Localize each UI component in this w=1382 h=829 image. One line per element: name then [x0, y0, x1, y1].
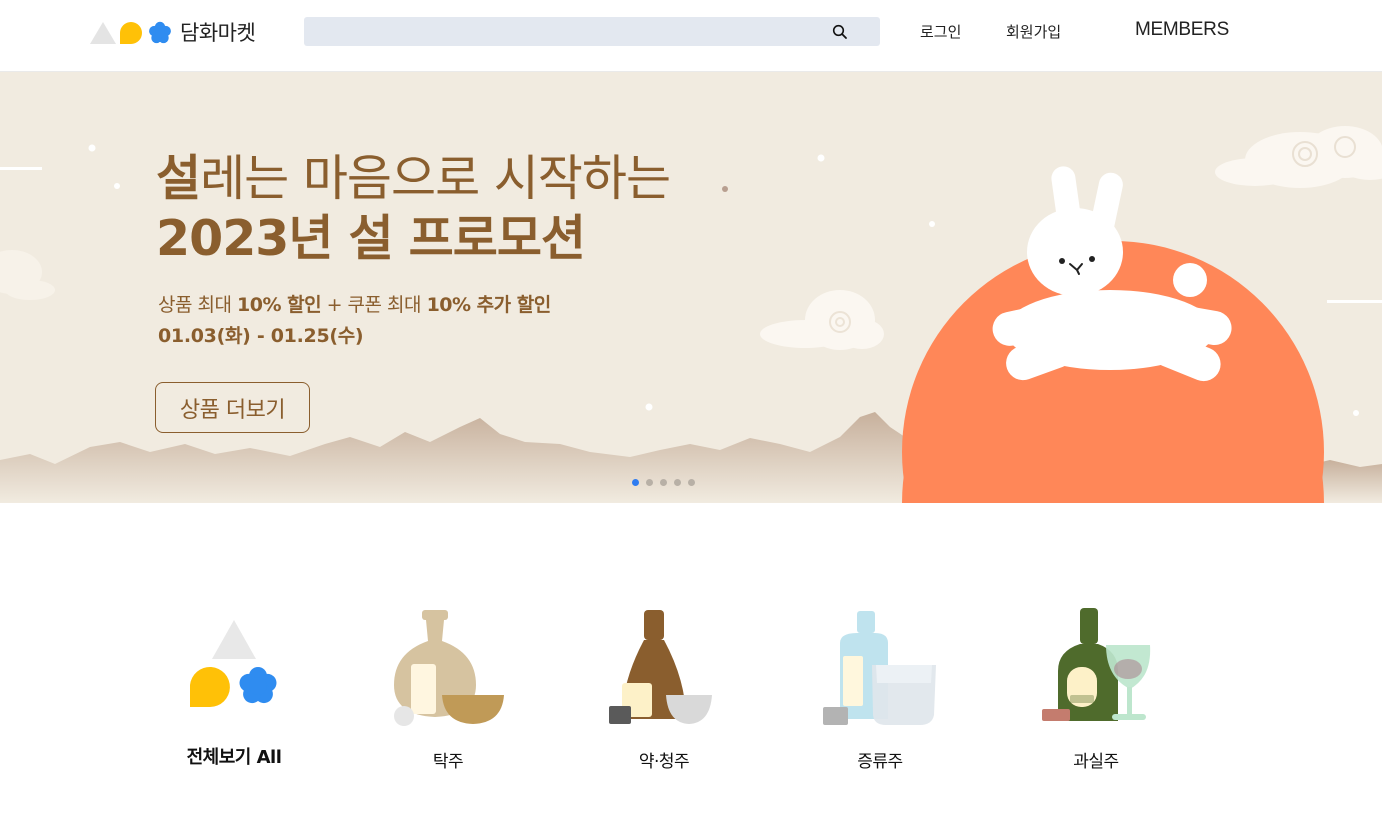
banner-illustration [0, 126, 1382, 503]
category-list: 전체보기 All 탁주 약·청주 증류주 과실주 [0, 503, 1382, 829]
banner-subtext: 상품 최대 10% 할인 + 쿠폰 최대 10% 추가 할인 [158, 290, 551, 317]
header: 담화마켓 로그인 회원가입 MEMBERS [0, 0, 1382, 72]
category-label: 과실주 [1073, 752, 1119, 772]
banner-dates: 01.03(화) - 01.25(수) [158, 325, 364, 347]
category-label: 증류주 [857, 752, 903, 772]
slide-dot-1[interactable] [632, 479, 639, 486]
category-label: 탁주 [432, 752, 464, 772]
category-label: 전체보기 All [186, 747, 282, 768]
all-shapes-icon [190, 620, 277, 707]
search-bar [304, 17, 880, 46]
headline-bold: 설 [156, 150, 201, 207]
slide-dot-2[interactable] [646, 479, 653, 486]
sub-text-2: 10% 할인 [237, 294, 322, 316]
category-soju[interactable]: 증류주 [810, 603, 950, 783]
logo-text: 담화마켓 [180, 21, 256, 45]
slide-dot-3[interactable] [660, 479, 667, 486]
logo-shapes-icon [90, 21, 171, 44]
yakju-bottle-icon [609, 610, 712, 724]
category-yakju[interactable]: 약·청주 [594, 603, 734, 783]
wine-bottle-icon [1042, 608, 1151, 721]
mountain-range [0, 412, 905, 503]
slide-dot-4[interactable] [674, 479, 681, 486]
promo-banner[interactable]: 설레는 마음으로 시작하는 2023년 설 프로모션 상품 최대 10% 할인 … [0, 72, 1382, 503]
sub-text-3: + 쿠폰 최대 [321, 294, 427, 316]
members-link[interactable]: MEMBERS [1135, 19, 1229, 41]
banner-headline-line2: 2023년 설 프로모션 [156, 210, 586, 267]
sub-text-1: 상품 최대 [158, 294, 237, 316]
more-products-button[interactable]: 상품 더보기 [155, 382, 310, 433]
sub-text-4: 10% 추가 할인 [426, 294, 552, 316]
cloud-left [0, 250, 55, 300]
banner-headline: 설레는 마음으로 시작하는 [156, 150, 671, 208]
slide-dot-5[interactable] [688, 479, 695, 486]
category-all[interactable]: 전체보기 All [164, 603, 304, 783]
logo[interactable]: 담화마켓 [90, 16, 256, 48]
category-takju[interactable]: 탁주 [378, 603, 518, 783]
search-icon[interactable] [832, 24, 848, 40]
search-input[interactable] [304, 17, 824, 46]
cloud-right-top [1215, 126, 1382, 188]
category-label: 약·청주 [638, 752, 690, 772]
headline-rest: 레는 마음으로 시작하는 [200, 150, 671, 207]
category-fruit-wine[interactable]: 과실주 [1026, 603, 1166, 783]
soju-bottle-icon [823, 611, 936, 725]
signup-link[interactable]: 회원가입 [1006, 21, 1061, 42]
cloud-middle [760, 290, 884, 350]
login-link[interactable]: 로그인 [920, 21, 961, 42]
makgeolli-icon [394, 610, 504, 726]
slide-indicator [632, 479, 695, 486]
